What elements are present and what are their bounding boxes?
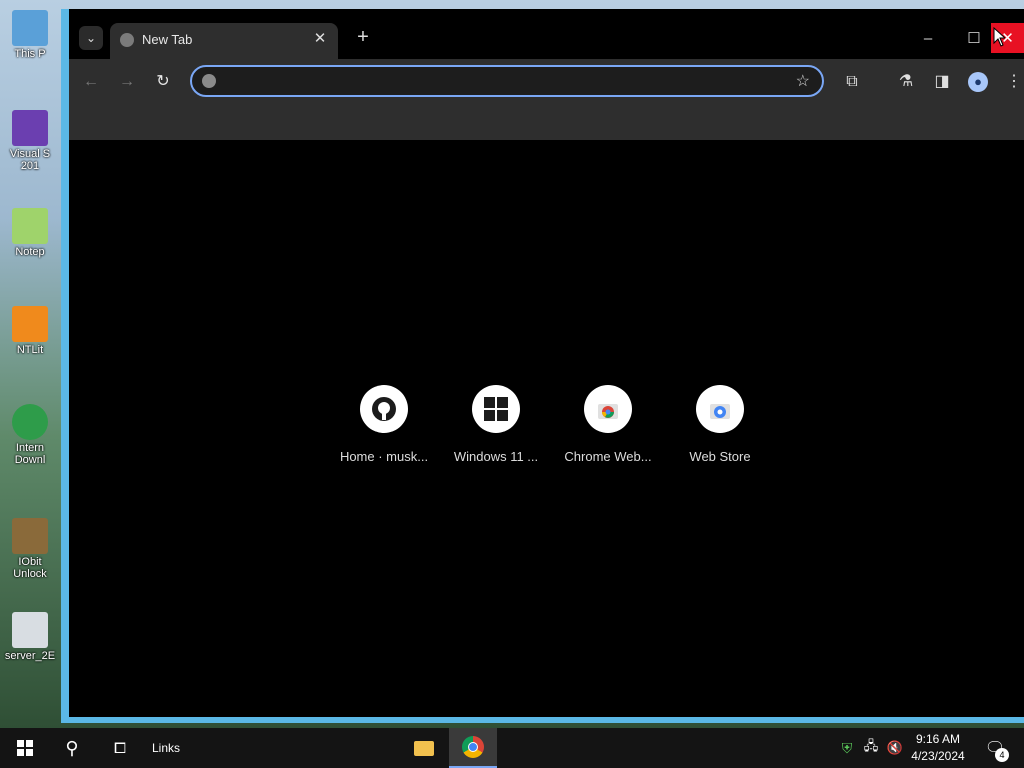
tab-title: New Tab xyxy=(142,32,193,47)
desktop-icon-iobit-unlocker[interactable]: IObit Unlock xyxy=(4,518,56,580)
shortcut-tile-web-store[interactable]: Web Store xyxy=(664,385,776,464)
shortcut-tile-windows[interactable]: Windows 11 ... xyxy=(440,385,552,464)
start-button[interactable] xyxy=(10,728,40,768)
windows-logo-icon xyxy=(472,385,520,433)
download-manager-icon xyxy=(12,404,48,440)
desktop-icon-server[interactable]: server_2E xyxy=(4,612,56,662)
chrome-web-store-icon xyxy=(584,385,632,433)
folder-icon xyxy=(414,740,434,756)
side-panel-icon[interactable]: ◨ xyxy=(931,71,953,93)
notification-count-badge: 4 xyxy=(995,748,1009,762)
computer-icon xyxy=(12,10,48,46)
close-tab-button[interactable]: ✕ xyxy=(310,29,330,49)
ntlite-icon xyxy=(12,306,48,342)
shortcut-label: Windows 11 ... xyxy=(453,449,539,464)
chrome-taskbar-button[interactable] xyxy=(449,728,497,768)
chrome-icon xyxy=(462,736,484,758)
notepad-icon xyxy=(12,208,48,244)
windows-start-icon xyxy=(17,740,33,756)
browser-window: ⌄ New Tab ✕ + – ☐ ✕ ← → ↻ ☆ ⧉ ⚗ ◨ ● ⋮ Ho… xyxy=(61,9,1024,723)
file-icon xyxy=(12,612,48,648)
network-icon[interactable]: 🖧 xyxy=(860,728,882,768)
taskbar: ⚲ ⧠ Links ⛨ 🖧 🔇 9:16 AM 4/23/2024 🗨 4 xyxy=(0,728,1024,768)
mouse-cursor xyxy=(993,26,1007,52)
github-icon xyxy=(360,385,408,433)
tab-strip: ⌄ New Tab ✕ + – ☐ ✕ xyxy=(69,9,1024,59)
shortcut-label: Home · musk... xyxy=(339,449,429,464)
security-shield-icon[interactable]: ⛨ xyxy=(838,728,856,768)
new-tab-page: Home · musk... Windows 11 ... Chrome Web… xyxy=(69,140,1024,717)
desktop-icon-this-pc[interactable]: This P xyxy=(4,10,56,60)
reload-button[interactable]: ↻ xyxy=(152,71,174,93)
new-tab-button[interactable]: + xyxy=(352,27,374,49)
visual-studio-icon xyxy=(12,110,48,146)
back-button[interactable]: ← xyxy=(80,71,102,93)
volume-muted-icon[interactable]: 🔇 xyxy=(884,728,906,768)
search-button[interactable]: ⚲ xyxy=(58,728,86,768)
shortcut-tile-chrome-web-store[interactable]: Chrome Web... xyxy=(552,385,664,464)
bookmarks-bar xyxy=(69,104,1024,141)
globe-icon xyxy=(120,33,134,47)
chevron-down-icon: ⌄ xyxy=(85,31,97,45)
tab-search-button[interactable]: ⌄ xyxy=(79,26,103,50)
desktop-icon-visual-studio[interactable]: Visual S 201 xyxy=(4,110,56,172)
bookmark-star-icon[interactable]: ☆ xyxy=(796,71,810,91)
profile-avatar-icon[interactable]: ● xyxy=(967,71,989,93)
task-view-button[interactable]: ⧠ xyxy=(106,728,134,768)
action-center-button[interactable]: 🗨 4 xyxy=(980,728,1010,768)
links-toolbar[interactable]: Links xyxy=(146,728,186,768)
web-store-icon xyxy=(696,385,744,433)
desktop-icon-download-manager[interactable]: Intern Downl xyxy=(4,404,56,466)
links-label: Links xyxy=(151,741,180,755)
minimize-button[interactable]: – xyxy=(905,23,951,53)
extensions-icon[interactable]: ⧉ xyxy=(841,71,863,93)
tab-new-tab[interactable]: New Tab ✕ xyxy=(110,23,338,59)
shortcut-label: Chrome Web... xyxy=(564,449,652,464)
task-view-icon: ⧠ xyxy=(113,739,126,757)
menu-kebab-icon[interactable]: ⋮ xyxy=(1003,71,1024,93)
arrow-left-icon: ← xyxy=(83,73,99,90)
labs-flask-icon[interactable]: ⚗ xyxy=(895,71,917,93)
clock-date: 4/23/2024 xyxy=(911,749,965,763)
reload-icon: ↻ xyxy=(156,73,170,90)
desktop-icon-ntlite[interactable]: NTLit xyxy=(4,306,56,356)
arrow-right-icon: → xyxy=(119,73,135,90)
search-icon: ⚲ xyxy=(65,737,79,758)
file-explorer-button[interactable] xyxy=(400,728,448,768)
shortcut-tile-github[interactable]: Home · musk... xyxy=(328,385,440,464)
search-engine-icon xyxy=(202,74,216,88)
browser-toolbar: ← → ↻ ☆ ⧉ ⚗ ◨ ● ⋮ xyxy=(69,59,1024,104)
system-clock[interactable]: 9:16 AM 4/23/2024 xyxy=(904,731,972,765)
desktop-icon-notepad[interactable]: Notep xyxy=(4,208,56,258)
address-input[interactable] xyxy=(226,71,790,93)
clock-time: 9:16 AM xyxy=(915,732,961,746)
shortcut-label: Web Store xyxy=(689,449,751,464)
iobit-unlocker-icon xyxy=(12,518,48,554)
forward-button[interactable]: → xyxy=(116,71,138,93)
address-bar[interactable]: ☆ xyxy=(190,65,824,97)
